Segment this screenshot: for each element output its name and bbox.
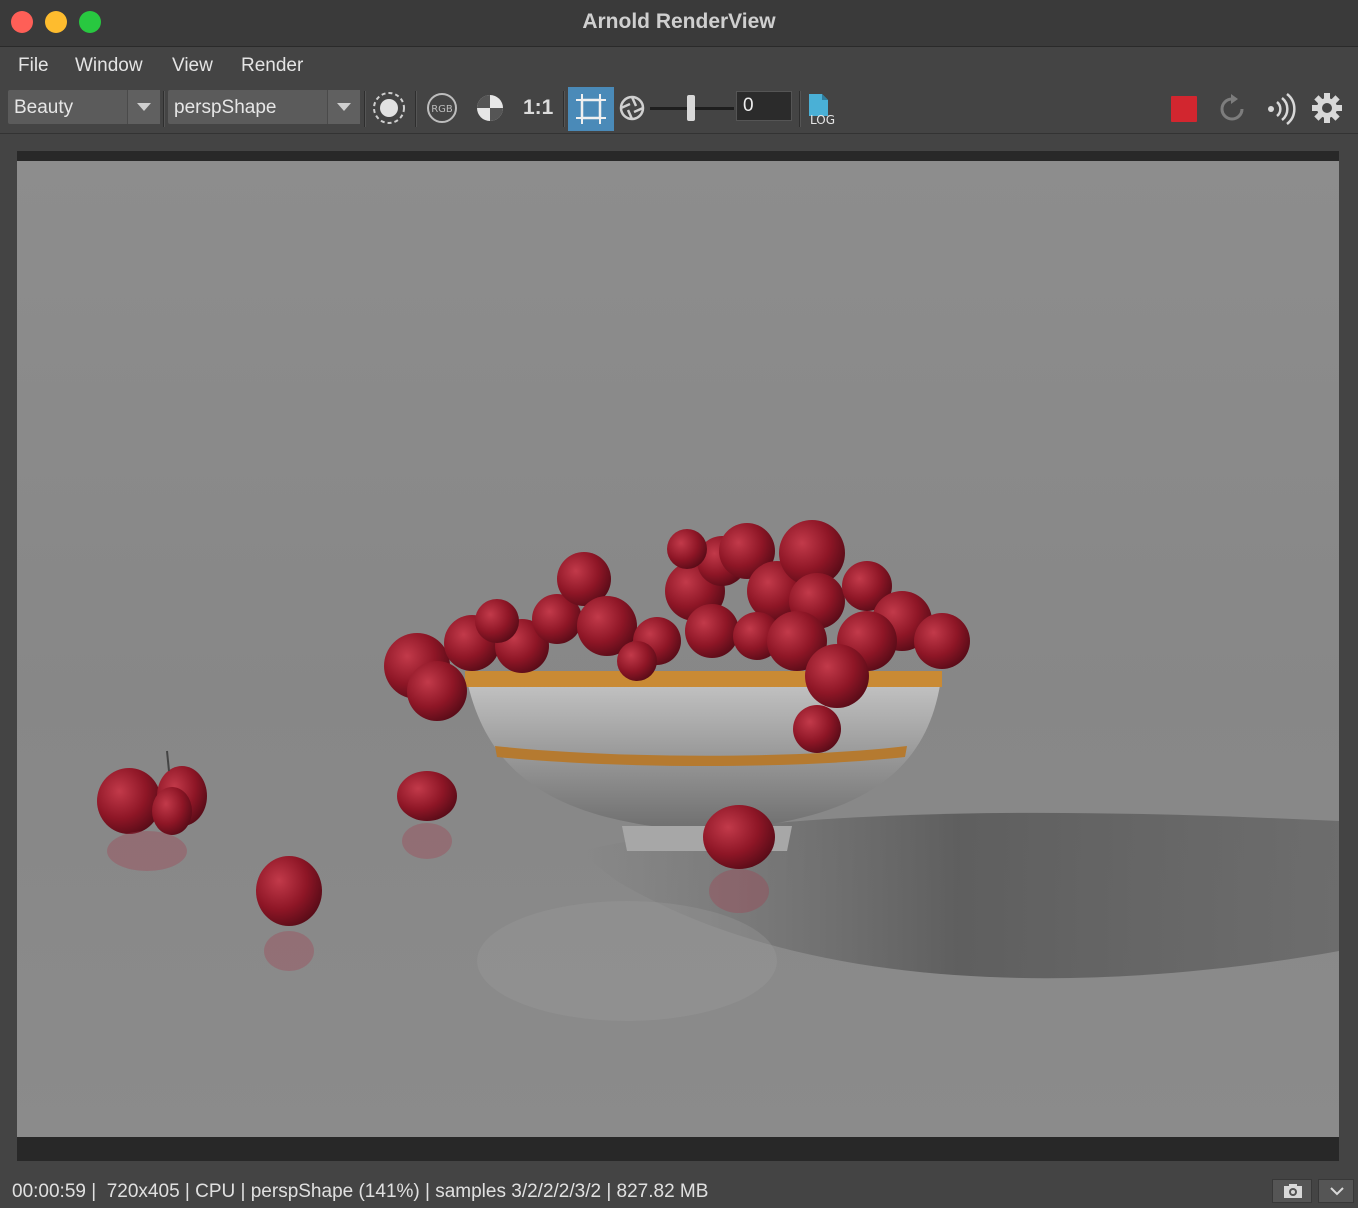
render-image	[17, 161, 1339, 1137]
window-title: Arnold RenderView	[582, 10, 776, 33]
svg-text:LOG: LOG	[810, 113, 835, 127]
aov-dropdown-value: Beauty	[14, 97, 74, 118]
camera-icon	[1284, 1184, 1302, 1198]
camera-dropdown[interactable]: perspShape	[168, 90, 360, 124]
stop-render-button[interactable]	[1171, 96, 1197, 122]
slider-handle[interactable]	[687, 95, 695, 121]
refresh-icon[interactable]	[1215, 92, 1249, 126]
status-bar: 00:00:59 | 720x405 | CPU | perspShape (1…	[0, 1172, 1358, 1208]
menu-render[interactable]: Render	[241, 55, 303, 77]
toolbar-divider	[163, 91, 165, 127]
aov-dropdown[interactable]: Beauty	[8, 90, 160, 124]
toolbar-divider	[799, 91, 801, 127]
pixel-ratio-button[interactable]: 1:1	[523, 96, 553, 120]
menu-view[interactable]: View	[172, 55, 213, 77]
ab-compare-icon[interactable]	[472, 90, 508, 126]
broadcast-icon[interactable]	[1262, 91, 1298, 127]
render-region-icon[interactable]	[371, 90, 407, 126]
menu-bar: File Window View Render	[0, 47, 1358, 85]
toolbar-divider	[364, 91, 366, 127]
shutter-icon	[619, 95, 645, 121]
title-bar: Arnold RenderView	[0, 0, 1358, 47]
menu-window[interactable]: Window	[75, 55, 143, 77]
svg-text:RGB: RGB	[431, 104, 453, 115]
settings-icon[interactable]	[1310, 91, 1344, 125]
snapshot-button[interactable]	[1272, 1179, 1312, 1203]
render-status-text: 00:00:59 | 720x405 | CPU | perspShape (1…	[12, 1181, 709, 1202]
crop-region-icon	[576, 94, 606, 124]
chevron-down-icon	[127, 90, 160, 124]
chevron-down-icon	[1330, 1187, 1344, 1196]
toolbar-divider	[415, 91, 417, 127]
rgb-channels-icon[interactable]: RGB	[424, 90, 460, 126]
chevron-down-icon	[327, 90, 360, 124]
toolbar: Beauty perspShape RGB 1:1 0 LOG	[0, 85, 1358, 134]
camera-dropdown-value: perspShape	[174, 97, 277, 118]
exposure-slider[interactable]	[650, 95, 734, 121]
log-icon[interactable]: LOG	[806, 92, 844, 128]
menu-file[interactable]: File	[18, 55, 49, 77]
snapshot-menu-button[interactable]	[1318, 1179, 1354, 1203]
crop-region-button[interactable]	[568, 87, 614, 131]
exposure-input[interactable]: 0	[736, 91, 792, 121]
toolbar-divider	[563, 91, 565, 127]
